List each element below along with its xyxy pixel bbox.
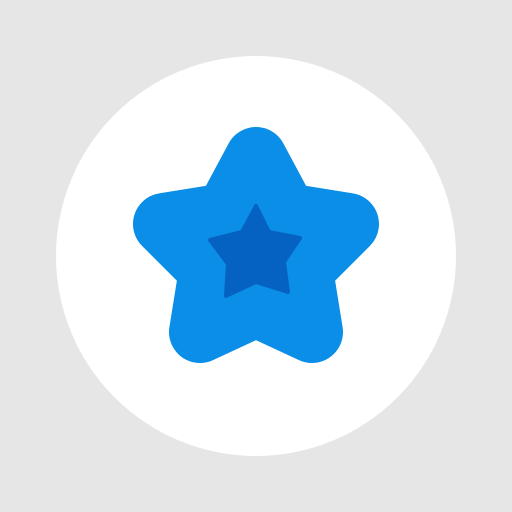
star-icon	[133, 127, 379, 363]
icon-canvas	[0, 0, 512, 512]
